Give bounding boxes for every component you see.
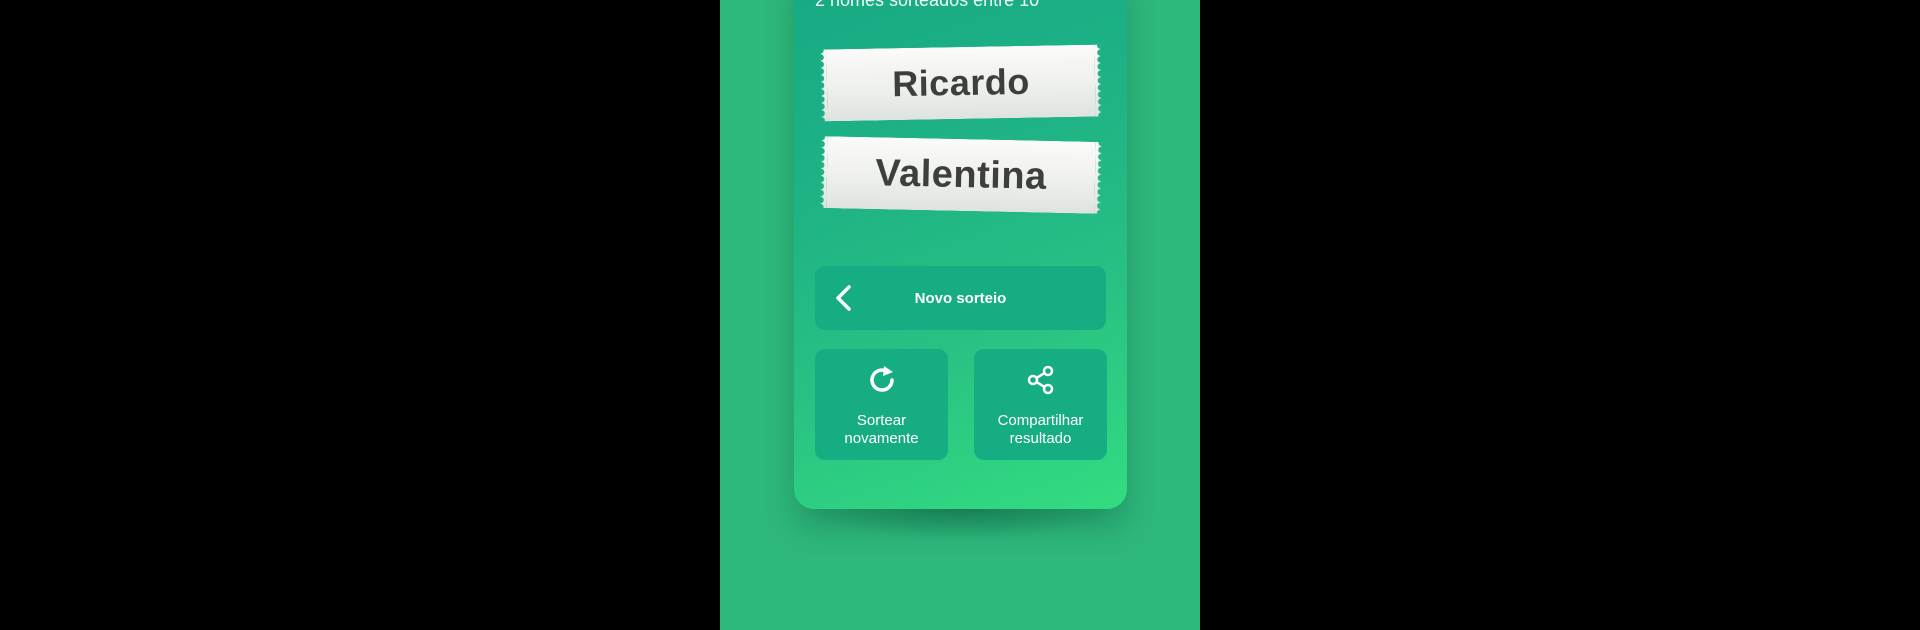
result-subtitle: 2 nomes sorteados entre 10	[815, 0, 1040, 10]
redraw-button[interactable]: Sortear novamente	[815, 349, 948, 460]
chevron-left-icon	[836, 285, 851, 311]
new-draw-label: Novo sorteio	[914, 289, 1007, 307]
share-icon	[1027, 365, 1053, 395]
share-label-line-2: resultado	[1009, 430, 1072, 447]
new-draw-button[interactable]: Novo sorteio	[815, 266, 1106, 330]
refresh-icon	[869, 366, 894, 392]
ticket-name-label: Valentina	[874, 151, 1048, 198]
ticket-name-label: Ricardo	[891, 60, 1031, 105]
ticket-name-2: Valentina	[820, 136, 1102, 214]
redraw-label-line-2: novamente	[844, 430, 919, 447]
ticket-name-1: Ricardo	[820, 44, 1102, 122]
share-result-label: Compartilhar resultado	[974, 412, 1107, 448]
screen: 2 nomes sorteados entre 10 Ricardo Valen…	[0, 0, 1920, 630]
share-label-line-1: Compartilhar	[997, 412, 1084, 429]
share-result-button[interactable]: Compartilhar resultado	[974, 349, 1107, 460]
redraw-label-line-1: Sortear	[856, 412, 907, 429]
redraw-label: Sortear novamente	[815, 412, 948, 448]
